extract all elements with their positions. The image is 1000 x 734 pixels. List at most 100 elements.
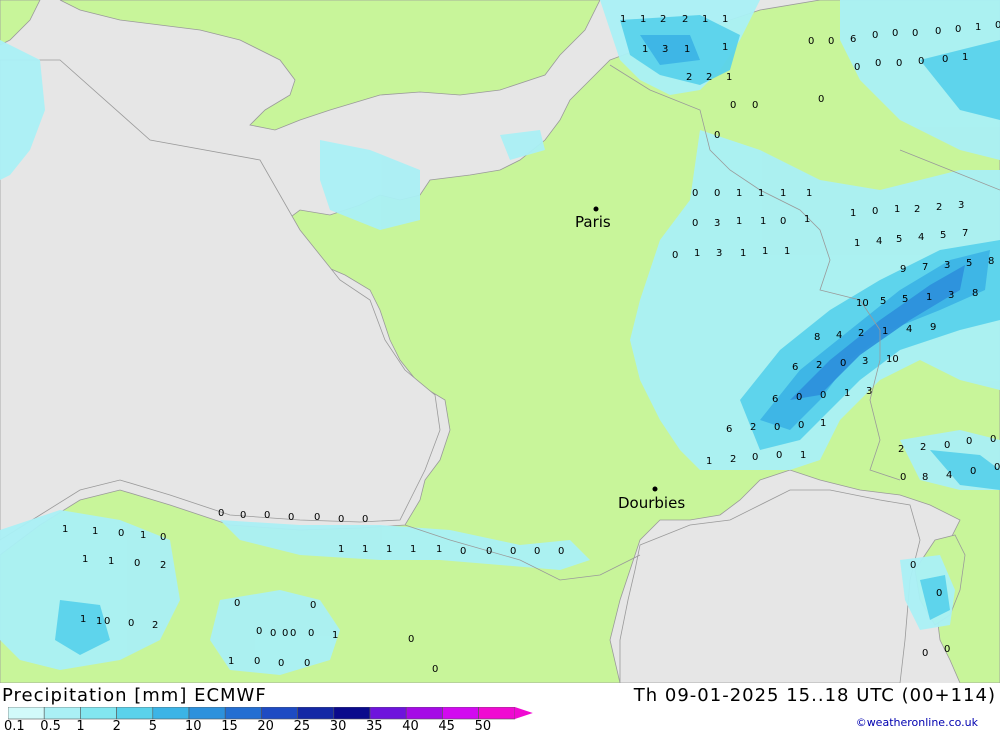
precipitation-map: 1 1 2 2 1 11 3 1 12 2 10 0 6 0 0 0 0 0 1 00 0 0 0 0 100 000 0 1 1 1 10… [0, 0, 1000, 683]
grid-value: 0 [776, 450, 782, 461]
grid-value: 3 [948, 290, 954, 301]
grid-value: 0 [752, 452, 758, 463]
grid-value: 1 [92, 526, 98, 537]
scale-swatch [405, 707, 443, 720]
grid-value: 1 [780, 188, 786, 199]
grid-value: 0 [118, 528, 124, 539]
grid-value: 3 [862, 356, 868, 367]
grid-value: 1 [740, 248, 746, 259]
grid-value: 0 [774, 422, 780, 433]
grid-value: 3 [662, 44, 668, 55]
grid-value: 1 [620, 14, 626, 25]
scale-label: 0.1 [4, 719, 25, 734]
grid-value: 0 [944, 440, 950, 451]
grid-value: 0 [218, 508, 224, 519]
grid-value: 0 [160, 532, 166, 543]
grid-value: 6 [726, 424, 732, 435]
scale-swatch [442, 707, 479, 720]
grid-value: 1 [760, 216, 766, 227]
grid-value: 0 [254, 656, 260, 667]
grid-value: 1 [684, 44, 690, 55]
grid-value: 0 [290, 628, 296, 639]
grid-value: 2 [750, 422, 756, 433]
grid-value: 0 [692, 188, 698, 199]
grid-value: 0 [798, 420, 804, 431]
grid-value: 2 [686, 72, 692, 83]
grid-value: 0 [990, 434, 996, 445]
scale-label: 1 [76, 719, 85, 734]
scale-swatch [224, 707, 262, 720]
grid-value: 0 [780, 216, 786, 227]
grid-value: 0 [872, 206, 878, 217]
grid-value: 10 [856, 298, 869, 309]
grid-value: 8 [922, 472, 928, 483]
grid-value: 3 [716, 248, 722, 259]
grid-value: 8 [814, 332, 820, 343]
scale-arrow [514, 707, 533, 719]
grid-value: 1 [702, 14, 708, 25]
grid-value: 0 [900, 472, 906, 483]
grid-value: 1 [722, 14, 728, 25]
grid-value: 10 [886, 354, 899, 365]
grid-value: 0 [872, 30, 878, 41]
grid-value: 2 [920, 442, 926, 453]
grid-value: 1 [758, 188, 764, 199]
grid-value: 0 [854, 62, 860, 73]
grid-value: 0 [796, 392, 802, 403]
grid-value: 0 [918, 56, 924, 67]
grid-value: 1 [140, 530, 146, 541]
grid-value: 0 [486, 546, 492, 557]
city-marker [652, 486, 658, 492]
scale-label: 25 [293, 719, 311, 734]
grid-value: 1 [722, 42, 728, 53]
scale-label: 45 [438, 719, 455, 734]
grid-value: 5 [902, 294, 908, 305]
grid-value: 1 [338, 544, 344, 555]
grid-value: 0 [128, 618, 134, 629]
credit-link[interactable]: ©weatheronline.co.uk [856, 716, 978, 729]
grid-value: 1 [362, 544, 368, 555]
grid-value: 1 [642, 44, 648, 55]
product-title: Precipitation [mm] ECMWF [2, 685, 267, 706]
scale-label: 2 [112, 719, 121, 734]
grid-value: 0 [314, 512, 320, 523]
grid-value: 6 [850, 34, 856, 45]
grid-value: 0 [408, 634, 414, 645]
grid-value: 1 [228, 656, 234, 667]
grid-value: 0 [922, 648, 928, 659]
grid-value: 0 [970, 466, 976, 477]
grid-value: 0 [278, 658, 284, 669]
grid-value: 2 [152, 620, 158, 631]
grid-value: 5 [940, 230, 946, 241]
grid-value: 0 [534, 546, 540, 557]
grid-value: 4 [876, 236, 882, 247]
grid-value: 2 [160, 560, 166, 571]
grid-value: 4 [946, 470, 952, 481]
grid-value: 0 [104, 616, 110, 627]
grid-value: 0 [936, 588, 942, 599]
grid-value: 1 [80, 614, 86, 625]
grid-value: 0 [730, 100, 736, 111]
scale-label: 50 [474, 719, 492, 734]
grid-value: 1 [96, 616, 102, 627]
grid-value: 1 [726, 72, 732, 83]
scale-swatch [116, 707, 154, 720]
grid-value: 0 [944, 644, 950, 655]
grid-value: 7 [962, 228, 968, 239]
scale-swatch [152, 707, 190, 720]
grid-value: 0 [510, 546, 516, 557]
grid-value: 1 [736, 216, 742, 227]
scale-swatch [8, 707, 45, 720]
scale-swatch [297, 707, 335, 720]
grid-value: 1 [694, 248, 700, 259]
map-footer: Precipitation [mm] ECMWF Th 09-01-2025 1… [0, 683, 1000, 734]
grid-value: 5 [896, 234, 902, 245]
grid-value: 2 [858, 328, 864, 339]
scale-label: 35 [366, 719, 383, 734]
grid-value: 0 [752, 100, 758, 111]
grid-value: 3 [944, 260, 950, 271]
scale-label: 20 [257, 719, 274, 734]
grid-value: 0 [310, 600, 316, 611]
grid-value: 0 [692, 218, 698, 229]
grid-value: 1 [844, 388, 850, 399]
